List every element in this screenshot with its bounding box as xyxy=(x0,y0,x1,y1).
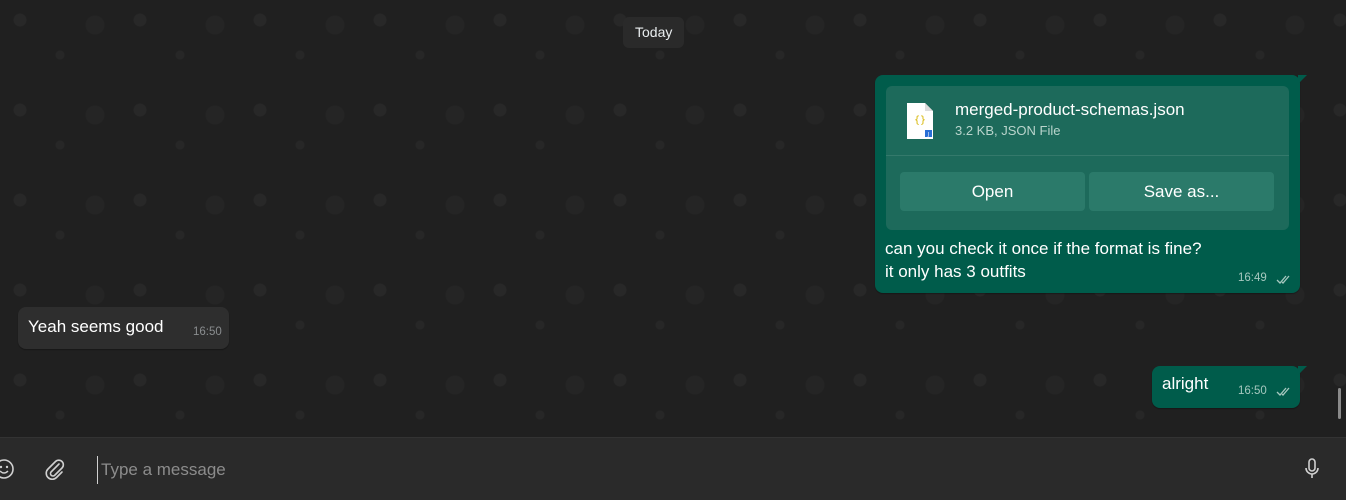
file-message-bubble[interactable]: {} J merged-product-schemas.json 3.2 KB,… xyxy=(875,75,1307,293)
json-file-icon: {} J xyxy=(907,103,933,139)
paperclip-icon[interactable] xyxy=(42,456,68,482)
message-input[interactable] xyxy=(97,456,1261,484)
bubble-tail xyxy=(1298,366,1307,375)
message-time: 16:50 xyxy=(193,326,222,338)
scrollbar-thumb[interactable] xyxy=(1338,388,1341,419)
divider xyxy=(886,155,1289,156)
message-time: 16:50 xyxy=(1238,385,1267,397)
message-time: 16:49 xyxy=(1238,272,1267,284)
message-text-line-1: can you check it once if the format is f… xyxy=(885,239,1202,258)
file-attachment-card[interactable]: {} J merged-product-schemas.json 3.2 KB,… xyxy=(886,86,1289,230)
message-composer xyxy=(0,437,1346,500)
svg-text:{}: {} xyxy=(914,115,926,126)
message-text: Yeah seems good xyxy=(28,317,164,336)
save-as-button[interactable]: Save as... xyxy=(1089,172,1274,211)
bubble-tail xyxy=(1298,75,1307,84)
double-check-icon xyxy=(1276,275,1290,284)
message-text-line-2: it only has 3 outfits xyxy=(885,262,1026,281)
svg-text:J: J xyxy=(927,132,929,138)
open-file-button[interactable]: Open xyxy=(900,172,1085,211)
double-check-icon xyxy=(1276,387,1290,396)
microphone-icon[interactable] xyxy=(1299,456,1325,482)
chat-area[interactable]: Today {} J merged-product-schemas.json 3… xyxy=(0,0,1346,437)
outgoing-message-bubble[interactable]: alright 16:50 xyxy=(1152,366,1307,408)
emoji-icon[interactable] xyxy=(0,456,17,482)
date-divider: Today xyxy=(623,17,685,48)
message-text: alright xyxy=(1162,374,1209,393)
file-meta: 3.2 KB, JSON File xyxy=(955,123,1061,138)
incoming-message-bubble[interactable]: Yeah seems good 16:50 xyxy=(18,307,229,349)
file-name: merged-product-schemas.json xyxy=(955,100,1185,119)
